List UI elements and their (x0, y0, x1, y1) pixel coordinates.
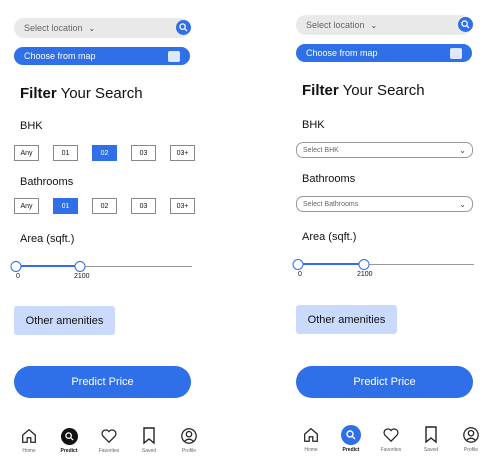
bhk-option-03[interactable]: 03 (131, 145, 156, 161)
home-icon (19, 426, 39, 446)
map-button-label: Choose from map (24, 51, 96, 61)
area-min-value: 0 (298, 271, 302, 278)
predict-price-button[interactable]: Predict Price (14, 366, 191, 398)
nav-favorites[interactable]: Favorites (94, 426, 124, 456)
predict-price-button[interactable]: Predict Price (296, 366, 473, 398)
location-select[interactable]: Select location ⌄ (296, 15, 473, 35)
page-title: Filter Your Search (302, 82, 425, 99)
profile-icon (179, 426, 199, 446)
nav-favorites[interactable]: Favorites (376, 425, 406, 455)
nav-profile[interactable]: Profile (456, 425, 486, 455)
other-amenities-button[interactable]: Other amenities (296, 305, 397, 334)
area-label: Area (sqft.) (302, 231, 357, 243)
bottom-nav: Home Predict Favorites Saved Profile (14, 426, 204, 456)
bathroom-option-03plus[interactable]: 03+ (170, 198, 195, 214)
nav-profile[interactable]: Profile (174, 426, 204, 456)
predict-search-icon (59, 426, 79, 446)
bathroom-option-01[interactable]: 01 (53, 198, 78, 214)
nav-predict[interactable]: Predict (336, 425, 366, 455)
bhk-option-03plus[interactable]: 03+ (170, 145, 195, 161)
chevron-down-icon: ⌄ (370, 20, 378, 30)
nav-saved[interactable]: Saved (134, 426, 164, 456)
bookmark-icon (421, 425, 441, 445)
nav-home[interactable]: Home (296, 425, 326, 455)
area-max-value: 2100 (74, 273, 90, 280)
slider-min-handle[interactable] (10, 261, 22, 272)
slider-fill (16, 265, 80, 267)
filter-screen-chip-variant: Select location ⌄ Choose from map Filter… (8, 0, 208, 468)
bathroom-option-03[interactable]: 03 (131, 198, 156, 214)
bhk-label: BHK (20, 120, 43, 132)
bathroom-options: Any 01 02 03 03+ (14, 198, 209, 214)
heart-icon (381, 425, 401, 445)
filter-screen-dropdown-variant: Select location ⌄ Choose from map Filter… (290, 0, 490, 468)
map-button-label: Choose from map (306, 48, 378, 58)
location-select[interactable]: Select location ⌄ (14, 18, 191, 38)
slider-min-handle[interactable] (292, 259, 304, 270)
slider-max-handle[interactable] (358, 259, 370, 270)
area-max-value: 2100 (357, 271, 373, 278)
predict-search-icon (341, 425, 361, 445)
home-icon (301, 425, 321, 445)
bhk-option-02[interactable]: 02 (92, 145, 117, 161)
bottom-nav: Home Predict Favorites Saved Profile (296, 425, 486, 455)
bathrooms-label: Bathrooms (20, 176, 74, 188)
bathrooms-dropdown-placeholder: Select Bathrooms (303, 200, 359, 208)
map-icon (450, 47, 462, 59)
nav-home[interactable]: Home (14, 426, 44, 456)
chevron-down-icon: ⌄ (459, 145, 466, 155)
bathrooms-dropdown[interactable]: Select Bathrooms ⌄ (296, 196, 473, 212)
search-icon[interactable] (458, 17, 473, 32)
profile-icon (461, 425, 481, 445)
nav-predict[interactable]: Predict (54, 426, 84, 456)
choose-from-map-button[interactable]: Choose from map (14, 47, 190, 65)
bhk-dropdown-placeholder: Select BHK (303, 146, 339, 154)
other-amenities-button[interactable]: Other amenities (14, 306, 115, 335)
slider-fill (298, 263, 364, 265)
choose-from-map-button[interactable]: Choose from map (296, 44, 472, 62)
area-min-value: 0 (16, 273, 20, 280)
location-placeholder: Select location (24, 23, 83, 33)
chevron-down-icon: ⌄ (459, 199, 466, 209)
bathroom-option-02[interactable]: 02 (92, 198, 117, 214)
bhk-option-01[interactable]: 01 (53, 145, 78, 161)
page-title: Filter Your Search (20, 85, 143, 102)
map-icon (168, 50, 180, 62)
bhk-option-any[interactable]: Any (14, 145, 39, 161)
heart-icon (99, 426, 119, 446)
bhk-label: BHK (302, 119, 325, 131)
location-placeholder: Select location (306, 20, 365, 30)
bathrooms-label: Bathrooms (302, 173, 356, 185)
bhk-dropdown[interactable]: Select BHK ⌄ (296, 142, 473, 158)
bhk-options: Any 01 02 03 03+ (14, 145, 209, 161)
search-icon[interactable] (176, 20, 191, 35)
area-slider[interactable] (292, 259, 474, 270)
bathroom-option-any[interactable]: Any (14, 198, 39, 214)
area-slider[interactable] (10, 261, 192, 272)
chevron-down-icon: ⌄ (88, 23, 96, 33)
slider-max-handle[interactable] (74, 261, 86, 272)
area-label: Area (sqft.) (20, 233, 75, 245)
nav-saved[interactable]: Saved (416, 425, 446, 455)
bookmark-icon (139, 426, 159, 446)
